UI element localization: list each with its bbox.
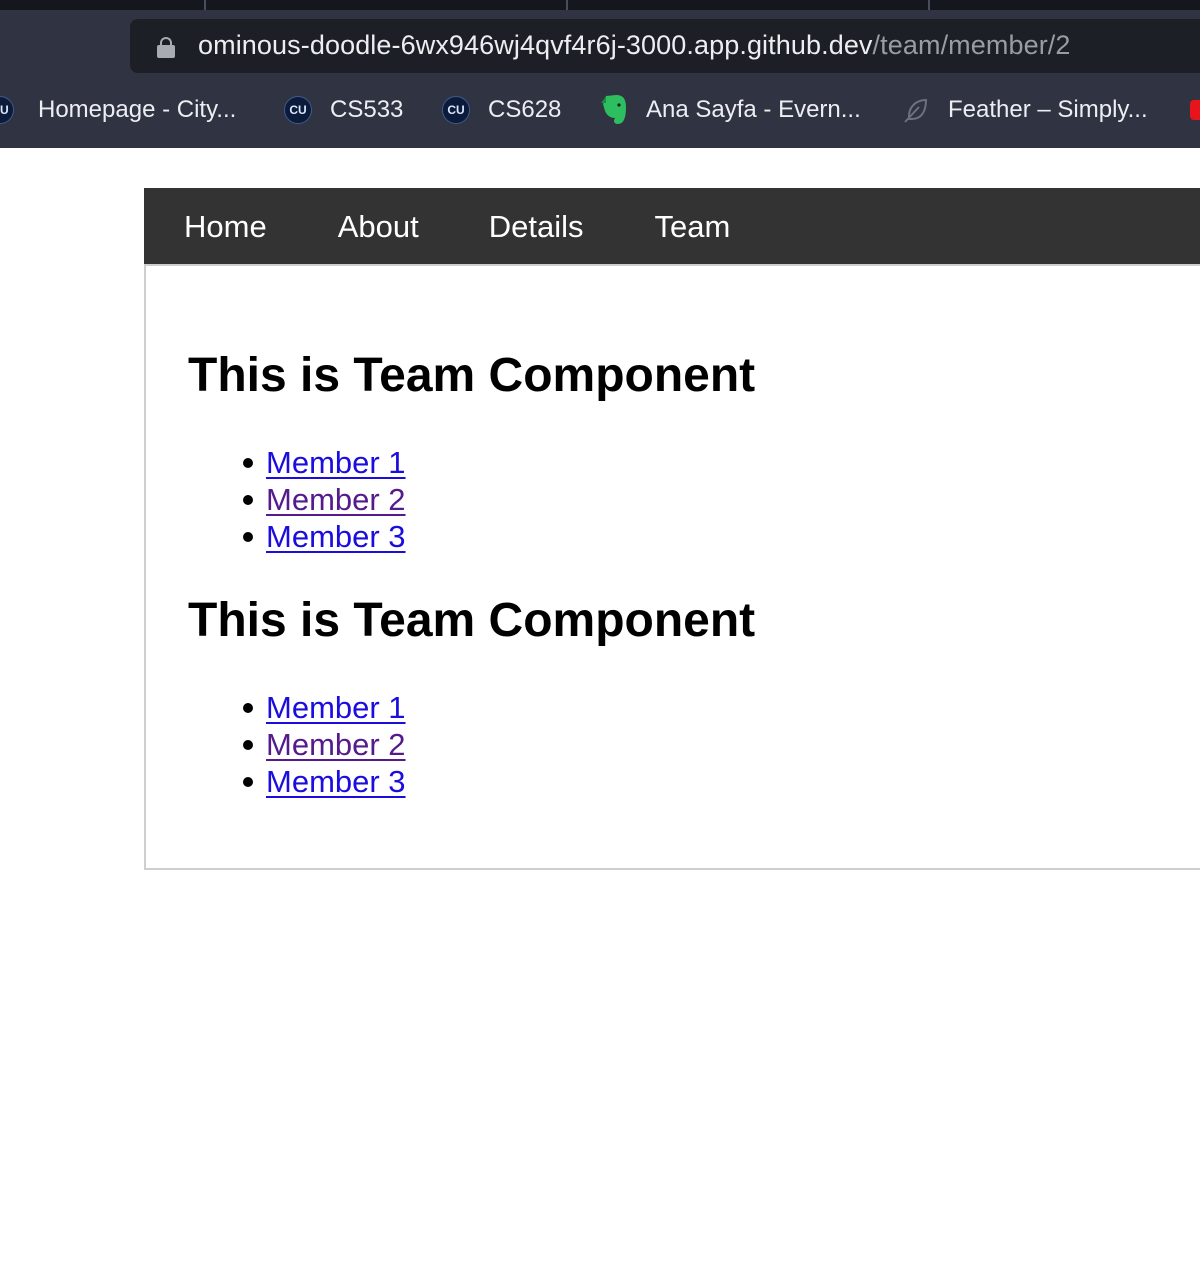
bookmark-evernote[interactable]: Ana Sayfa - Evern... — [599, 92, 861, 128]
nav-link-team[interactable]: Team — [654, 209, 730, 245]
nav-link-about[interactable]: About — [338, 209, 419, 245]
address-bar[interactable]: ominous-doodle-6wx946wj4qvf4r6j-3000.app… — [130, 19, 1200, 73]
cu-icon: CU — [284, 96, 312, 124]
bookmark-label: Homepage - City... — [38, 96, 237, 123]
member-1-link[interactable]: Member 1 — [266, 444, 406, 481]
team-heading: This is Team Component — [188, 594, 756, 647]
bookmark-overflow-icon[interactable] — [1190, 100, 1200, 120]
team-component: This is Team Component Member 1 Member 2… — [188, 597, 755, 800]
bookmark-label: Feather – Simply... — [948, 96, 1148, 123]
bookmark-label: Ana Sayfa - Evern... — [646, 96, 861, 123]
bullet-icon — [243, 703, 253, 713]
bullet-icon — [243, 532, 253, 542]
lock-icon[interactable] — [157, 37, 175, 58]
bullet-icon — [243, 777, 253, 787]
browser-chrome: ominous-doodle-6wx946wj4qvf4r6j-3000.app… — [0, 0, 1200, 148]
bullet-icon — [243, 495, 253, 505]
tab-separator — [566, 0, 568, 10]
list-item: Member 1 — [188, 444, 755, 481]
bookmark-homepage[interactable]: CU Homepage - City... — [0, 92, 236, 128]
main-navbar: Home About Details Team — [144, 188, 1200, 265]
list-item: Member 2 — [188, 481, 755, 518]
feather-icon — [904, 98, 928, 123]
bullet-icon — [243, 458, 253, 468]
bullet-icon — [243, 740, 253, 750]
member-3-link[interactable]: Member 3 — [266, 518, 406, 555]
bookmark-feather[interactable]: Feather – Simply... — [902, 92, 1148, 128]
list-item: Member 3 — [188, 518, 755, 555]
url-text[interactable]: ominous-doodle-6wx946wj4qvf4r6j-3000.app… — [198, 30, 1071, 61]
url-path: /team/member/2 — [872, 30, 1071, 60]
team-component: This is Team Component Member 1 Member 2… — [188, 352, 755, 555]
bookmark-label: CS533 — [330, 96, 404, 123]
tab-separator — [928, 0, 930, 10]
member-2-link[interactable]: Member 2 — [266, 726, 406, 763]
member-list: Member 1 Member 2 Member 3 — [188, 444, 755, 555]
list-item: Member 1 — [188, 689, 755, 726]
tab-separator — [204, 0, 206, 10]
bookmark-cs628[interactable]: CU CS628 — [442, 92, 561, 128]
url-host: ominous-doodle-6wx946wj4qvf4r6j-3000.app… — [198, 30, 873, 60]
list-item: Member 3 — [188, 763, 755, 800]
content-panel: This is Team Component Member 1 Member 2… — [144, 264, 1200, 870]
evernote-icon — [601, 95, 626, 124]
member-3-link[interactable]: Member 3 — [266, 763, 406, 800]
bookmark-label: CS628 — [488, 96, 562, 123]
tab-strip[interactable] — [0, 0, 1200, 10]
member-list: Member 1 Member 2 Member 3 — [188, 689, 755, 800]
nav-link-home[interactable]: Home — [184, 209, 267, 245]
list-item: Member 2 — [188, 726, 755, 763]
nav-link-details[interactable]: Details — [489, 209, 584, 245]
member-1-link[interactable]: Member 1 — [266, 689, 406, 726]
team-heading: This is Team Component — [188, 349, 756, 402]
bookmark-cs533[interactable]: CU CS533 — [284, 92, 403, 128]
cu-icon: CU — [0, 96, 14, 124]
member-2-link[interactable]: Member 2 — [266, 481, 406, 518]
cu-icon: CU — [442, 96, 470, 124]
